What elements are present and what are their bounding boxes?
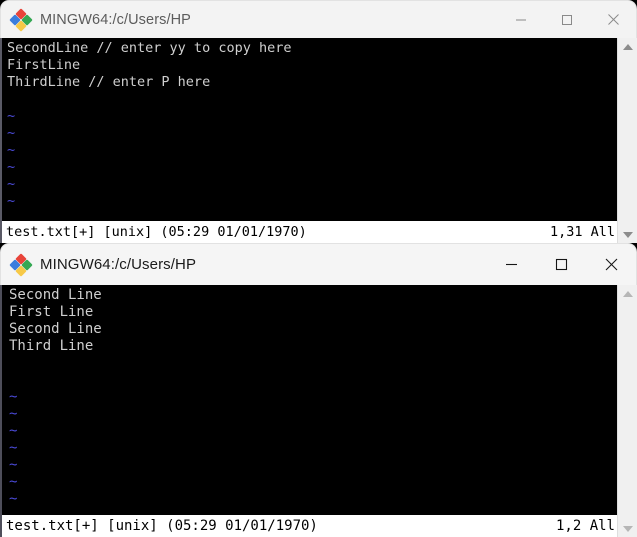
terminal-tilde-line: ~ <box>9 491 18 507</box>
close-button[interactable] <box>586 244 636 285</box>
title-bar[interactable]: MINGW64:/c/Users/HP <box>0 243 637 285</box>
maximize-button[interactable] <box>544 1 590 38</box>
scroll-up-arrow-icon[interactable] <box>618 285 637 302</box>
terminal-tilde-line: ~ <box>7 176 16 192</box>
terminal-line: First Line <box>9 304 94 320</box>
terminal-screen[interactable]: Second Line First Line Second Line Third Li… <box>0 285 617 537</box>
scroll-down-arrow-icon[interactable] <box>618 520 637 537</box>
terminal-area: Second Line First Line Second Line Third Li… <box>0 285 637 537</box>
terminal-tilde-line: ~ <box>7 193 16 209</box>
terminal-text: SecondLine // enter yy to copy here First… <box>2 40 617 210</box>
terminal-tilde-line: ~ <box>9 440 18 456</box>
terminal-tilde-line: ~ <box>9 457 18 473</box>
terminal-tilde-line: ~ <box>9 406 18 422</box>
status-cursor-position: 1,2 All <box>555 518 615 534</box>
terminal-line: Second Line <box>9 321 102 337</box>
terminal-screen[interactable]: SecondLine // enter yy to copy here First… <box>0 38 617 243</box>
title-bar[interactable]: MINGW64:/c/Users/HP <box>0 0 637 38</box>
close-button[interactable] <box>590 1 636 38</box>
terminal-window-top[interactable]: MINGW64:/c/Users/HP SecondLine // enter … <box>0 0 637 243</box>
scrollbar-track[interactable] <box>618 55 637 226</box>
terminal-area: SecondLine // enter yy to copy here First… <box>0 38 637 243</box>
terminal-tilde-line: ~ <box>9 474 18 490</box>
terminal-window-bottom[interactable]: MINGW64:/c/Users/HP Second Line First Li… <box>0 243 637 537</box>
window-controls <box>498 1 636 38</box>
scroll-up-arrow-icon[interactable] <box>618 38 637 55</box>
vim-status-line: test.txt[+] [unix] (05:29 01/01/1970) 1,… <box>2 515 617 537</box>
terminal-line: Third Line <box>9 338 94 354</box>
terminal-tilde-line: ~ <box>7 108 16 124</box>
window-controls <box>486 244 636 285</box>
terminal-line: Second Line <box>9 287 102 303</box>
terminal-text: Second Line First Line Second Line Third Li… <box>2 287 617 508</box>
scroll-down-arrow-icon[interactable] <box>618 226 637 243</box>
terminal-tilde-line: ~ <box>7 125 16 141</box>
vertical-scrollbar[interactable] <box>617 285 637 537</box>
terminal-line: SecondLine // enter yy to copy here <box>7 40 292 56</box>
window-title: MINGW64:/c/Users/HP <box>40 256 197 273</box>
terminal-line: ThirdLine // enter P here <box>7 74 211 90</box>
minimize-button[interactable] <box>498 1 544 38</box>
mingw64-icon <box>9 252 33 277</box>
scrollbar-track[interactable] <box>618 302 637 520</box>
terminal-tilde-line: ~ <box>7 142 16 158</box>
terminal-tilde-line: ~ <box>7 159 16 175</box>
vim-status-line: test.txt[+] [unix] (05:29 01/01/1970) 1,… <box>2 221 617 243</box>
status-file-info: test.txt[+] [unix] (05:29 01/01/1970) <box>6 224 307 240</box>
window-title: MINGW64:/c/Users/HP <box>40 11 191 28</box>
terminal-tilde-line: ~ <box>9 423 18 439</box>
terminal-tilde-line: ~ <box>9 389 18 405</box>
status-cursor-position: 1,31 All <box>549 224 615 240</box>
mingw64-icon <box>9 7 33 32</box>
vertical-scrollbar[interactable] <box>617 38 637 243</box>
status-file-info: test.txt[+] [unix] (05:29 01/01/1970) <box>6 518 318 534</box>
maximize-button[interactable] <box>536 244 586 285</box>
terminal-line: FirstLine <box>7 57 81 73</box>
minimize-button[interactable] <box>486 244 536 285</box>
